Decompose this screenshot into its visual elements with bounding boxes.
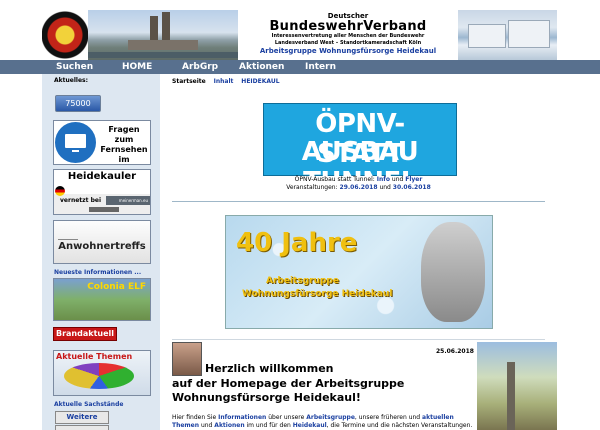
sidebar: Aktuelles: 75000 Fragen zum Fernsehen im… (42, 74, 160, 430)
header-cologne-image (88, 10, 238, 60)
nav-aktionen[interactable]: Aktionen (239, 60, 284, 74)
author-avatar (172, 342, 202, 376)
welcome-date: 25.06.2018 (436, 348, 474, 355)
pagination-dots (89, 207, 119, 212)
text: über unsere (268, 414, 305, 421)
veranstaltungen-prefix: Veranstaltungen: (286, 184, 338, 191)
dbwv-logo[interactable] (42, 10, 88, 60)
opnv-veranstaltungen-line: Veranstaltungen: 29.06.2018 und 30.06.20… (160, 184, 557, 192)
welcome-title: Herzlich willkommen (205, 362, 334, 375)
anwohnertreffs-text: Anwohnertreffs (58, 241, 146, 252)
building (468, 24, 506, 48)
header-line-5: Arbeitsgruppe Wohnungsfürsorge Heidekaul (259, 47, 437, 55)
40-jahre-banner[interactable]: 40 Jahre Arbeitsgruppe Wohnungsfürsorge … (225, 215, 493, 329)
aktuelle-themen-title: Aktuelle Themen (56, 352, 133, 361)
welcome-subtitle-1: auf der Homepage der Arbeitsgruppe (172, 377, 405, 390)
breadcrumb-startseite[interactable]: Startseite (172, 78, 206, 85)
nav-arbgrp[interactable]: ArbGrp (182, 60, 218, 74)
themen-link[interactable]: Themen (172, 422, 199, 429)
header-heidekaul-image (458, 10, 557, 60)
breadcrumb-inhalt[interactable]: Inhalt (214, 78, 234, 85)
welcome-subtitle-2: Wohnungsfürsorge Heidekaul! (172, 391, 361, 404)
welcome-paragraph-line-1: Hier finden Sie Informationen über unser… (172, 414, 472, 422)
text: im und für den (246, 422, 291, 429)
veranstaltungen-und: und (379, 184, 391, 191)
building (508, 20, 550, 48)
aktuelle-themen-banner[interactable]: Aktuelle Themen (53, 350, 151, 396)
heidekauler-banner[interactable]: Heidekauler vernetzt bei meinerman.eu (53, 169, 151, 215)
text: , unsere früheren und (354, 414, 421, 421)
tv-screen (65, 134, 86, 148)
house-icon (58, 225, 78, 240)
tv-banner-text: Fragen zum Fernsehen im Heidekaul (100, 125, 148, 164)
veranstaltung-date-2[interactable]: 30.06.2018 (393, 184, 431, 191)
40-jahre-line-3: Wohnungsfürsorge Heidekaul (242, 289, 393, 299)
heidekauler-title: Heidekauler (67, 171, 137, 182)
meinerman-badge: meinerman.eu (106, 196, 150, 205)
opnv-info-line: ÖPNV-Ausbau statt Tunnel: Info und Flyer (160, 176, 557, 184)
opnv-info-prefix: ÖPNV-Ausbau statt Tunnel: (294, 176, 375, 183)
main-content: Startseite Inhalt HEIDEKAUL ÖPNV-AUSBAU … (160, 74, 557, 430)
arbeitsgruppe-link[interactable]: Arbeitsgruppe (306, 414, 355, 421)
aktuelles-label: Aktuelles: (54, 77, 88, 84)
anwohnertreffs-banner[interactable]: Anwohnertreffs (53, 220, 151, 264)
cathedral-roof (128, 40, 198, 50)
informationen-link[interactable]: Informationen (218, 414, 266, 421)
text: Hier finden Sie (172, 414, 217, 421)
veranstaltung-date-1[interactable]: 29.06.2018 (340, 184, 378, 191)
weitere-news-button[interactable]: Weitere News (55, 411, 109, 430)
header-line-3: Interessenvertretung aller Menschen der … (271, 33, 425, 39)
header-title-block: Deutscher BundeswehrVerband Interessenve… (238, 10, 458, 60)
portrait-photo (421, 222, 485, 322)
40-jahre-title: 40 Jahre (236, 228, 358, 258)
opnv-info-link[interactable]: Info (377, 176, 390, 183)
tv-stand (72, 150, 79, 152)
text: , die Termine und die nächsten Veranstal… (326, 422, 473, 429)
nav-suchen[interactable]: Suchen (56, 60, 93, 74)
divider (172, 201, 545, 202)
aktuellen-link[interactable]: aktuellen (422, 414, 454, 421)
tv-banner[interactable]: Fragen zum Fernsehen im Heidekaul (53, 120, 151, 165)
breadcrumb: Startseite Inhalt HEIDEKAUL (172, 78, 286, 85)
opnv-flyer-link[interactable]: Flyer (405, 176, 422, 183)
tree-photo (477, 342, 557, 430)
nav-home[interactable]: HOME (122, 60, 152, 74)
sachstaende-link[interactable]: Aktuelle Sachstände (54, 401, 123, 408)
header-line-2: BundeswehrVerband (269, 19, 427, 34)
opnv-info-und: und (391, 176, 404, 183)
divider (172, 339, 545, 340)
colonia-elf-banner[interactable]: Colonia ELF (53, 278, 151, 321)
nav-intern[interactable]: Intern (305, 60, 336, 74)
heidekaul-link[interactable]: Heidekaul (293, 422, 327, 429)
tv-icon (55, 122, 96, 163)
bridge (88, 52, 238, 58)
colonia-elf-text: Colonia ELF (87, 282, 146, 292)
site-header: Deutscher BundeswehrVerband Interessenve… (42, 10, 557, 60)
main-nav: Suchen HOME ArbGrp Aktionen Intern (0, 60, 600, 74)
tree-trunk (507, 362, 515, 430)
opnv-banner[interactable]: ÖPNV-AUSBAU STATT TUNNEL (263, 103, 457, 196)
flag-icon (55, 186, 65, 196)
aktionen-link[interactable]: Aktionen (214, 422, 244, 429)
heidekauler-sub: vernetzt bei (60, 197, 102, 204)
text: und (200, 422, 213, 429)
brandaktuell-button[interactable]: Brandaktuell (53, 327, 117, 341)
sidebar-button[interactable] (55, 425, 109, 430)
pie-chart-icon (64, 363, 134, 389)
40-jahre-line-2: Arbeitsgruppe (266, 276, 339, 286)
visitor-counter[interactable]: 75000 (55, 95, 101, 112)
breadcrumb-heidekaul[interactable]: HEIDEKAUL (241, 78, 279, 85)
header-line-4: Landesverband West – Standortkameradscha… (274, 40, 422, 46)
neueste-informationen-link[interactable]: Neueste Informationen ... (54, 269, 141, 276)
welcome-paragraph-line-2: Themen und Aktionen im und für den Heide… (172, 422, 472, 430)
